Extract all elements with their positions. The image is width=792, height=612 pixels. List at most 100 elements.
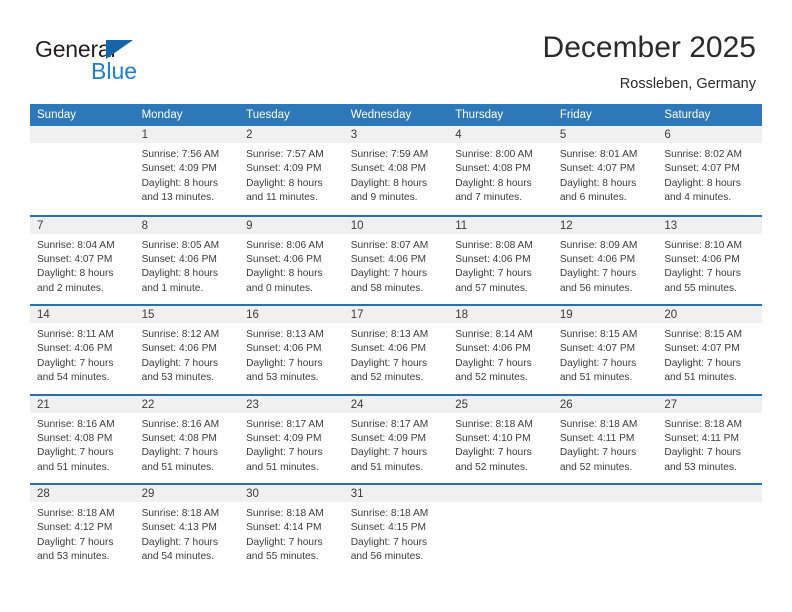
calendar-day-cell[interactable]: 5 Sunrise: 8:01 AM Sunset: 4:07 PM Daylight… [552, 126, 658, 216]
calendar-day-cell[interactable]: 1 Sunrise: 7:56 AM Sunset: 4:09 PM Daylight… [134, 126, 240, 216]
sunrise-time: Sunrise: 8:09 AM [559, 239, 638, 251]
daylight-duration-line2: and 51 minutes. [559, 372, 633, 384]
calendar-day-cell[interactable]: 2 Sunrise: 7:57 AM Sunset: 4:09 PM Daylight… [239, 126, 344, 216]
daylight-duration-line2: and 56 minutes. [350, 551, 424, 563]
calendar-day-cell[interactable]: 21 Sunrise: 8:16 AM Sunset: 4:08 PM Dayligh… [30, 393, 135, 484]
calendar-day-cell-empty [552, 483, 658, 574]
sunrise-time: Sunrise: 8:18 AM [664, 418, 742, 430]
daylight-duration-line1: Daylight: 8 hours [246, 268, 323, 280]
day-number: 17 [343, 306, 449, 323]
day-details: Sunrise: 8:06 AM Sunset: 4:06 PM Daylight:… [239, 234, 344, 297]
sunset-time: Sunset: 4:14 PM [246, 522, 322, 534]
weekday-header-monday: Monday [134, 104, 240, 126]
calendar-day-cell[interactable]: 16 Sunrise: 8:13 AM Sunset: 4:06 PM Dayligh… [239, 304, 344, 395]
calendar-day-cell[interactable]: 17 Sunrise: 8:13 AM Sunset: 4:06 PM Dayligh… [343, 304, 449, 395]
sunrise-time: Sunrise: 7:59 AM [350, 149, 429, 160]
day-details: Sunrise: 8:17 AM Sunset: 4:09 PM Daylight:… [239, 413, 344, 476]
daylight-duration-line2: and 6 minutes. [559, 192, 627, 204]
weekday-header-saturday: Saturday [657, 104, 762, 126]
calendar-day-cell[interactable]: 28 Sunrise: 8:18 AM Sunset: 4:12 PM Dayligh… [30, 483, 135, 574]
sunset-time: Sunset: 4:06 PM [37, 343, 113, 355]
title-block: December 2025 Rossleben, Germany [543, 30, 756, 94]
day-number: 7 [30, 216, 135, 234]
day-number: 23 [239, 395, 344, 413]
day-number: 4 [448, 126, 553, 143]
calendar-day-cell[interactable]: 24 Sunrise: 8:17 AM Sunset: 4:09 PM Dayligh… [343, 393, 449, 484]
calendar-day-cell-empty [448, 483, 553, 574]
daylight-duration-line1: Daylight: 8 hours [350, 177, 428, 189]
calendar-day-cell[interactable]: 29 Sunrise: 8:18 AM Sunset: 4:13 PM Dayligh… [134, 483, 240, 574]
day-details: Sunrise: 8:18 AM Sunset: 4:12 PM Daylight:… [30, 502, 135, 565]
sunset-time: Sunset: 4:11 PM [664, 432, 739, 444]
day-details: Sunrise: 8:07 AM Sunset: 4:06 PM Daylight:… [344, 234, 449, 297]
day-number: 12 [552, 216, 658, 234]
sunrise-time: Sunrise: 8:18 AM [350, 508, 429, 519]
sunrise-time: Sunrise: 8:16 AM [37, 418, 115, 430]
general-blue-logo[interactable]: General Blue [35, 36, 215, 90]
daylight-duration-line2: and 51 minutes. [141, 461, 215, 473]
daylight-duration-line1: Daylight: 7 hours [37, 536, 114, 548]
calendar-day-cell[interactable]: 6 Sunrise: 8:02 AM Sunset: 4:07 PM Daylight… [657, 126, 762, 216]
calendar-day-cell[interactable]: 26 Sunrise: 8:18 AM Sunset: 4:11 PM Dayligh… [552, 393, 658, 484]
calendar-day-cell[interactable]: 18 Sunrise: 8:14 AM Sunset: 4:06 PM Dayligh… [448, 304, 553, 395]
daylight-duration-line2: and 4 minutes. [664, 192, 732, 204]
sunset-time: Sunset: 4:06 PM [141, 253, 217, 265]
calendar-day-cell[interactable]: 15 Sunrise: 8:12 AM Sunset: 4:06 PM Dayligh… [134, 304, 240, 395]
calendar-day-cell[interactable]: 7 Sunrise: 8:04 AM Sunset: 4:07 PM Daylight… [30, 214, 135, 305]
sunrise-time: Sunrise: 8:16 AM [141, 418, 220, 430]
calendar-day-cell[interactable]: 10 Sunrise: 8:07 AM Sunset: 4:06 PM Dayligh… [343, 214, 449, 305]
calendar-day-cell[interactable]: 22 Sunrise: 8:16 AM Sunset: 4:08 PM Dayligh… [134, 393, 240, 484]
sunset-time: Sunset: 4:06 PM [664, 253, 740, 265]
calendar-day-cell[interactable]: 31 Sunrise: 8:18 AM Sunset: 4:15 PM Dayligh… [343, 483, 449, 574]
daylight-duration-line1: Daylight: 8 hours [455, 177, 532, 189]
sunrise-time: Sunrise: 8:17 AM [246, 418, 324, 430]
daylight-duration-line2: and 53 minutes. [141, 372, 215, 384]
daylight-duration-line2: and 51 minutes. [350, 461, 424, 473]
calendar-day-cell[interactable]: 12 Sunrise: 8:09 AM Sunset: 4:06 PM Dayligh… [552, 214, 658, 305]
day-number [448, 485, 553, 502]
sunrise-time: Sunrise: 8:18 AM [141, 508, 220, 519]
calendar-day-cell[interactable]: 25 Sunrise: 8:18 AM Sunset: 4:10 PM Dayligh… [448, 393, 553, 484]
day-details: Sunrise: 8:18 AM Sunset: 4:15 PM Daylight:… [344, 502, 449, 565]
sunset-time: Sunset: 4:07 PM [37, 253, 113, 265]
sunset-time: Sunset: 4:06 PM [350, 343, 427, 355]
daylight-duration-line1: Daylight: 7 hours [350, 536, 428, 548]
page-subtitle: Rossleben, Germany [619, 76, 756, 92]
calendar-day-cell[interactable]: 14 Sunrise: 8:11 AM Sunset: 4:06 PM Dayligh… [30, 304, 135, 395]
sunrise-time: Sunrise: 8:18 AM [559, 418, 638, 430]
calendar-day-cell[interactable]: 3 Sunrise: 7:59 AM Sunset: 4:08 PM Daylight… [343, 126, 449, 216]
daylight-duration-line2: and 52 minutes. [455, 461, 528, 473]
calendar-day-cell[interactable]: 4 Sunrise: 8:00 AM Sunset: 4:08 PM Daylight… [448, 126, 553, 216]
sunset-time: Sunset: 4:11 PM [559, 432, 635, 444]
calendar-day-cell[interactable]: 8 Sunrise: 8:05 AM Sunset: 4:06 PM Daylight… [134, 214, 240, 305]
day-number: 26 [552, 395, 658, 413]
calendar-day-cell[interactable]: 27 Sunrise: 8:18 AM Sunset: 4:11 PM Dayligh… [657, 393, 762, 484]
day-details: Sunrise: 8:14 AM Sunset: 4:06 PM Daylight:… [448, 323, 553, 386]
daylight-duration-line1: Daylight: 8 hours [37, 268, 114, 280]
calendar-day-cell[interactable]: 23 Sunrise: 8:17 AM Sunset: 4:09 PM Dayligh… [239, 393, 344, 484]
calendar-day-cell[interactable]: 13 Sunrise: 8:10 AM Sunset: 4:06 PM Dayligh… [657, 214, 762, 305]
sunset-time: Sunset: 4:09 PM [141, 163, 217, 175]
calendar-day-cell[interactable]: 11 Sunrise: 8:08 AM Sunset: 4:06 PM Dayligh… [448, 214, 553, 305]
calendar-day-cell[interactable]: 20 Sunrise: 8:15 AM Sunset: 4:07 PM Dayligh… [657, 304, 762, 395]
daylight-duration-line2: and 1 minute. [141, 282, 204, 294]
calendar-day-cell[interactable]: 19 Sunrise: 8:15 AM Sunset: 4:07 PM Dayligh… [552, 304, 658, 395]
calendar-day-cell[interactable]: 9 Sunrise: 8:06 AM Sunset: 4:06 PM Daylight… [239, 214, 344, 305]
daylight-duration-line1: Daylight: 7 hours [455, 447, 532, 459]
day-details: Sunrise: 8:09 AM Sunset: 4:06 PM Daylight:… [553, 234, 658, 297]
day-number: 25 [448, 395, 553, 413]
day-number: 29 [134, 485, 240, 502]
sunrise-time: Sunrise: 8:12 AM [141, 329, 220, 340]
sunset-time: Sunset: 4:06 PM [246, 253, 322, 265]
daylight-duration-line1: Daylight: 7 hours [559, 357, 637, 369]
daylight-duration-line1: Daylight: 7 hours [37, 357, 114, 369]
sunrise-time: Sunrise: 8:11 AM [37, 329, 114, 340]
day-number: 11 [448, 216, 553, 234]
daylight-duration-line2: and 53 minutes. [37, 551, 110, 563]
sunrise-time: Sunrise: 8:00 AM [455, 149, 533, 160]
calendar-day-cell[interactable]: 30 Sunrise: 8:18 AM Sunset: 4:14 PM Dayligh… [239, 483, 344, 574]
day-details [30, 143, 135, 148]
daylight-duration-line1: Daylight: 7 hours [141, 536, 219, 548]
daylight-duration-line1: Daylight: 7 hours [664, 357, 741, 369]
page-header: General Blue December 2025 Rossleben, Ge… [0, 0, 792, 104]
